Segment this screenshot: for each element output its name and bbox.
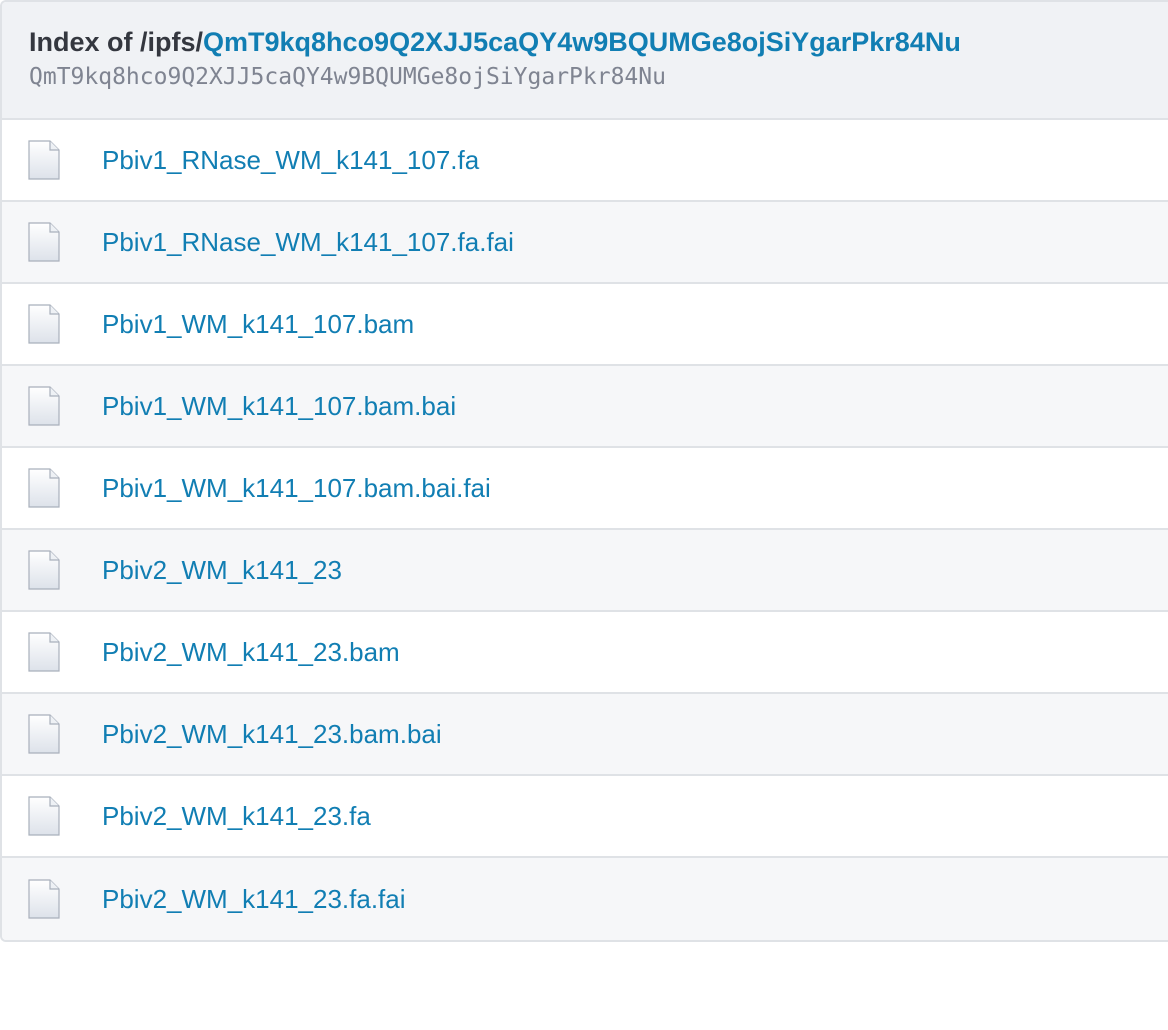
file-link[interactable]: Pbiv2_WM_k141_23.bam <box>102 637 400 668</box>
file-link[interactable]: Pbiv1_RNase_WM_k141_107.fa <box>102 145 479 176</box>
file-list: Pbiv1_RNase_WM_k141_107.fa Pbiv1_RNase_W… <box>2 120 1168 940</box>
file-link[interactable]: Pbiv1_WM_k141_107.bam <box>102 309 414 340</box>
file-icon <box>28 140 60 180</box>
file-row: Pbiv1_RNase_WM_k141_107.fa <box>2 120 1168 202</box>
file-link[interactable]: Pbiv2_WM_k141_23.fa <box>102 801 371 832</box>
file-icon <box>28 222 60 262</box>
title-prefix: Index of /ipfs/ <box>29 27 204 57</box>
page-title: Index of /ipfs/QmT9kq8hco9Q2XJJ5caQY4w9B… <box>29 26 1168 58</box>
listing-header: Index of /ipfs/QmT9kq8hco9Q2XJJ5caQY4w9B… <box>2 2 1168 120</box>
file-link[interactable]: Pbiv2_WM_k141_23 <box>102 555 342 586</box>
file-row: Pbiv2_WM_k141_23.fa <box>2 776 1168 858</box>
file-icon <box>28 714 60 754</box>
file-row: Pbiv1_WM_k141_107.bam.bai <box>2 366 1168 448</box>
file-row: Pbiv2_WM_k141_23 <box>2 530 1168 612</box>
file-row: Pbiv1_RNase_WM_k141_107.fa.fai <box>2 202 1168 284</box>
file-link[interactable]: Pbiv1_WM_k141_107.bam.bai <box>102 391 456 422</box>
file-icon <box>28 386 60 426</box>
file-link[interactable]: Pbiv1_RNase_WM_k141_107.fa.fai <box>102 227 514 258</box>
file-link[interactable]: Pbiv1_WM_k141_107.bam.bai.fai <box>102 473 491 504</box>
file-row: Pbiv2_WM_k141_23.bam <box>2 612 1168 694</box>
file-icon <box>28 550 60 590</box>
file-row: Pbiv1_WM_k141_107.bam <box>2 284 1168 366</box>
file-icon <box>28 796 60 836</box>
title-hash-link[interactable]: QmT9kq8hco9Q2XJJ5caQY4w9BQUMGe8ojSiYgarP… <box>203 27 961 57</box>
file-icon <box>28 468 60 508</box>
file-row: Pbiv1_WM_k141_107.bam.bai.fai <box>2 448 1168 530</box>
file-icon <box>28 879 60 919</box>
file-row: Pbiv2_WM_k141_23.bam.bai <box>2 694 1168 776</box>
content-hash: QmT9kq8hco9Q2XJJ5caQY4w9BQUMGe8ojSiYgarP… <box>29 64 666 90</box>
file-icon <box>28 632 60 672</box>
file-link[interactable]: Pbiv2_WM_k141_23.bam.bai <box>102 719 442 750</box>
directory-listing: Index of /ipfs/QmT9kq8hco9Q2XJJ5caQY4w9B… <box>0 0 1168 942</box>
file-row: Pbiv2_WM_k141_23.fa.fai <box>2 858 1168 940</box>
file-link[interactable]: Pbiv2_WM_k141_23.fa.fai <box>102 884 406 915</box>
file-icon <box>28 304 60 344</box>
